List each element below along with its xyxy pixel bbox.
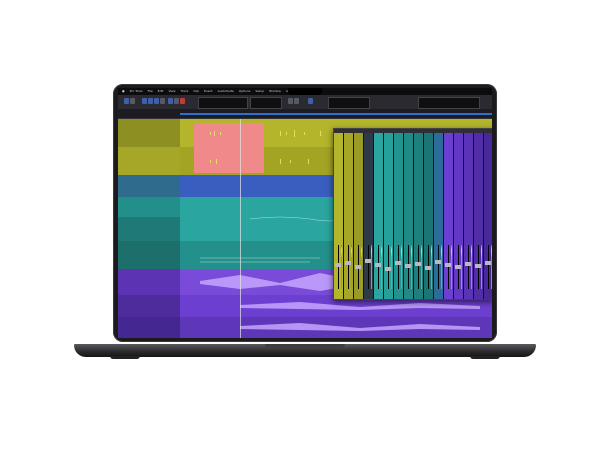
- level-meter: [421, 245, 422, 289]
- tool-button[interactable]: [124, 98, 129, 104]
- channel-strip[interactable]: [364, 133, 374, 299]
- tool-button[interactable]: [130, 98, 135, 104]
- grid-nudge-display[interactable]: [328, 97, 370, 109]
- channel-strip[interactable]: [414, 133, 424, 299]
- level-meter: [441, 245, 442, 289]
- track-headers: [118, 119, 180, 338]
- channel-strip[interactable]: [464, 133, 474, 299]
- tool-button[interactable]: [160, 98, 165, 104]
- level-meter: [471, 245, 472, 289]
- level-meter: [481, 245, 482, 289]
- lid-opening-notch: [265, 344, 345, 349]
- menu-window[interactable]: Window: [269, 88, 281, 95]
- channel-strip[interactable]: [424, 133, 434, 299]
- camera-notch: [288, 88, 322, 95]
- daw-screen: ● Pro Tools File Edit View Track Clip Ev…: [118, 88, 492, 338]
- level-meter: [381, 245, 382, 289]
- menu-setup[interactable]: Setup: [255, 88, 264, 95]
- channel-strip[interactable]: [344, 133, 354, 299]
- track-header[interactable]: [118, 175, 180, 197]
- menu-view[interactable]: View: [168, 88, 175, 95]
- loop-icon[interactable]: [308, 98, 313, 104]
- laptop-foot: [110, 356, 140, 359]
- edit-toolbar: [118, 95, 492, 109]
- channel-strip[interactable]: [474, 133, 484, 299]
- mixer-window[interactable]: [333, 128, 492, 300]
- channel-strip[interactable]: [404, 133, 414, 299]
- level-meter: [461, 245, 462, 289]
- level-meter: [371, 245, 372, 289]
- track-header[interactable]: [118, 241, 180, 269]
- track-header[interactable]: [118, 269, 180, 295]
- level-meter: [411, 245, 412, 289]
- tool-button[interactable]: [142, 98, 147, 104]
- track-header[interactable]: [118, 295, 180, 317]
- tool-button[interactable]: [288, 98, 293, 104]
- play-icon[interactable]: [168, 98, 173, 104]
- channel-strip[interactable]: [484, 133, 492, 299]
- menu-event[interactable]: Event: [204, 88, 213, 95]
- sub-counter[interactable]: [250, 97, 282, 109]
- menu-track[interactable]: Track: [181, 88, 189, 95]
- level-meter: [451, 245, 452, 289]
- track-header[interactable]: [118, 197, 180, 217]
- track-header[interactable]: [118, 147, 180, 175]
- level-meter: [351, 245, 352, 289]
- track-header[interactable]: [118, 119, 180, 147]
- level-meter: [341, 245, 342, 289]
- channel-strip[interactable]: [454, 133, 464, 299]
- level-meter: [401, 245, 402, 289]
- level-meter: [361, 245, 362, 289]
- laptop-foot: [470, 356, 500, 359]
- channel-strip[interactable]: [444, 133, 454, 299]
- stop-icon[interactable]: [174, 98, 179, 104]
- tool-button[interactable]: [148, 98, 153, 104]
- menu-edit[interactable]: Edit: [158, 88, 164, 95]
- channel-strip[interactable]: [354, 133, 364, 299]
- level-meter: [491, 245, 492, 289]
- apple-icon[interactable]: ●: [122, 88, 125, 95]
- channel-strip[interactable]: [394, 133, 404, 299]
- menu-app-name[interactable]: Pro Tools: [130, 88, 143, 95]
- tool-button[interactable]: [154, 98, 159, 104]
- session-display[interactable]: [418, 97, 480, 109]
- level-meter: [391, 245, 392, 289]
- channel-strip[interactable]: [384, 133, 394, 299]
- menu-options[interactable]: Options: [239, 88, 251, 95]
- channel-strip[interactable]: [334, 133, 344, 299]
- channel-strip[interactable]: [374, 133, 384, 299]
- menu-clip[interactable]: Clip: [193, 88, 199, 95]
- selection-strip: [180, 113, 492, 115]
- track-header[interactable]: [118, 217, 180, 241]
- channel-strip[interactable]: [434, 133, 444, 299]
- record-icon[interactable]: [180, 98, 185, 104]
- menu-file[interactable]: File: [148, 88, 153, 95]
- menu-audiosuite[interactable]: AudioSuite: [218, 88, 234, 95]
- main-counter[interactable]: [198, 97, 248, 109]
- playhead-cursor[interactable]: [240, 119, 241, 338]
- level-meter: [431, 245, 432, 289]
- track-header[interactable]: [118, 317, 180, 338]
- tool-button[interactable]: [294, 98, 299, 104]
